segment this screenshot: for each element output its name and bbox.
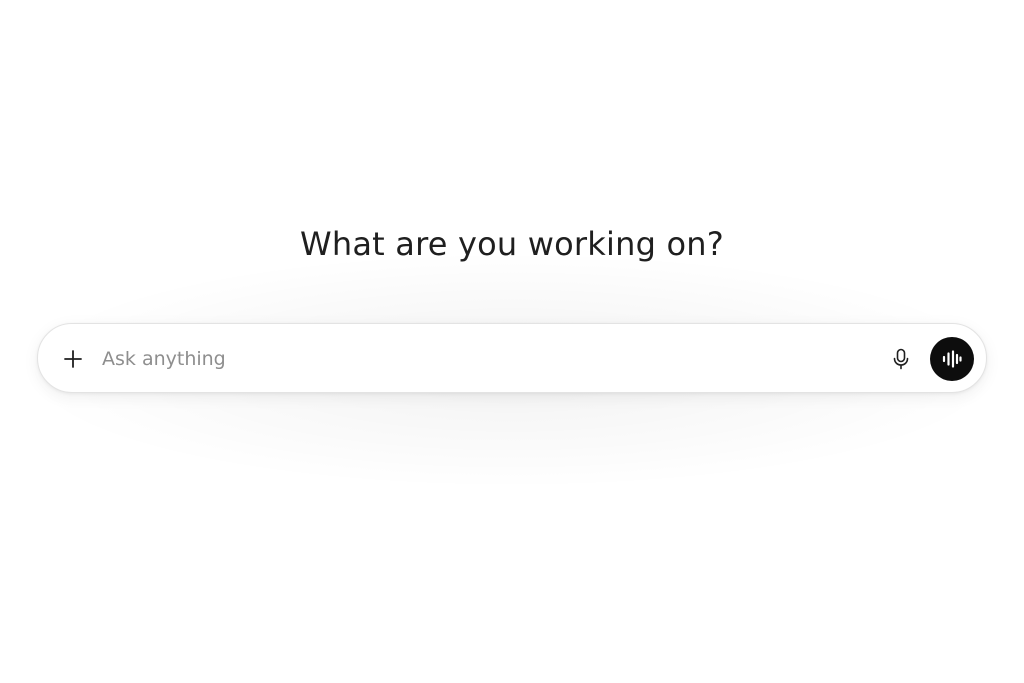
attach-button[interactable] bbox=[55, 341, 91, 377]
page: What are you working on? bbox=[0, 0, 1024, 683]
prompt-input[interactable] bbox=[102, 341, 862, 377]
microphone-icon bbox=[891, 348, 911, 370]
plus-icon bbox=[63, 349, 83, 369]
prompt-composer bbox=[37, 323, 987, 393]
voice-waveform-icon bbox=[941, 350, 963, 368]
dictate-button[interactable] bbox=[883, 341, 919, 377]
voice-mode-button[interactable] bbox=[930, 337, 974, 381]
page-heading: What are you working on? bbox=[300, 225, 724, 263]
